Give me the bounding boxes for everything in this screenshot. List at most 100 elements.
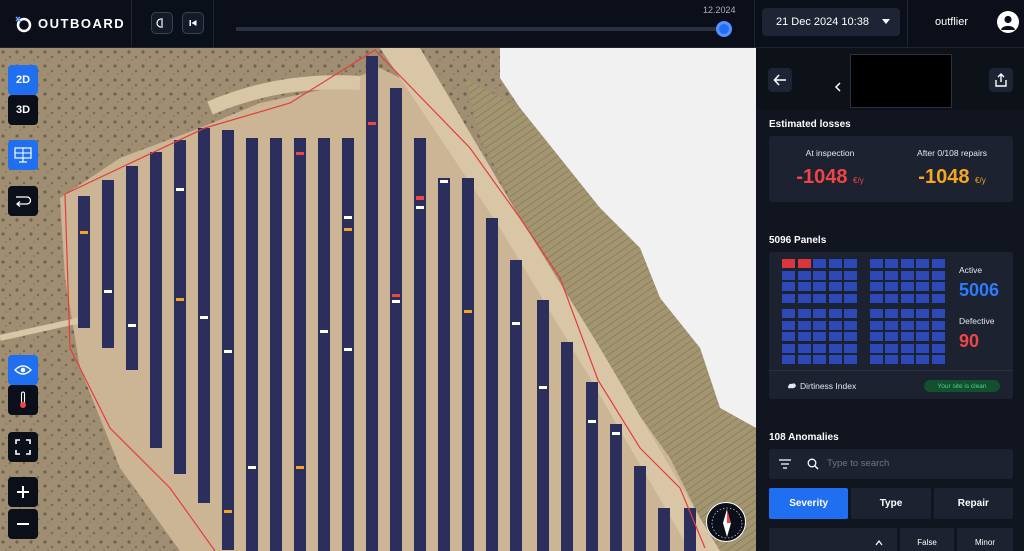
route-button[interactable]	[8, 186, 38, 216]
panel-grid-button[interactable]	[8, 140, 38, 170]
panel-cell[interactable]	[797, 355, 811, 364]
logo[interactable]: OUTBOARD	[0, 0, 132, 48]
panel-cell[interactable]	[869, 343, 883, 353]
panel-health-grid[interactable]	[782, 259, 945, 364]
panel-cell[interactable]	[885, 332, 898, 341]
compass[interactable]	[706, 502, 746, 542]
visibility-button[interactable]	[8, 355, 38, 385]
panel-cell[interactable]	[916, 270, 929, 280]
dirtiness-row[interactable]: Dirtiness Index Your site is clean	[769, 370, 1013, 399]
panel-cell[interactable]	[885, 270, 898, 280]
timeline-handle[interactable]	[716, 21, 732, 37]
thermal-button[interactable]	[8, 385, 38, 415]
panel-cell[interactable]	[828, 282, 842, 291]
share-button[interactable]	[989, 68, 1013, 92]
panel-cell[interactable]	[828, 309, 842, 318]
panel-cell[interactable]	[916, 320, 929, 330]
panel-cell[interactable]	[916, 259, 929, 268]
panel-cell[interactable]	[813, 332, 826, 341]
panel-cell[interactable]	[869, 320, 883, 330]
panel-cell[interactable]	[916, 309, 929, 318]
panel-cell[interactable]	[813, 270, 826, 280]
tab-type[interactable]: Type	[851, 488, 931, 519]
panel-cell[interactable]	[782, 332, 795, 341]
panel-cell[interactable]	[931, 332, 945, 341]
avatar[interactable]	[997, 11, 1019, 33]
panel-cell[interactable]	[813, 293, 826, 303]
fullscreen-button[interactable]	[8, 432, 38, 462]
date-select[interactable]: 21 Dec 2024 10:38	[762, 8, 900, 36]
panel-cell[interactable]	[844, 343, 857, 353]
panel-cell[interactable]	[797, 320, 811, 330]
panel-cell[interactable]	[782, 309, 795, 318]
aerial-imagery[interactable]	[0, 48, 756, 551]
panel-cell[interactable]	[844, 320, 857, 330]
panel-cell[interactable]	[885, 293, 898, 303]
panel-cell[interactable]	[782, 270, 795, 280]
user-name[interactable]: outflier	[935, 16, 968, 28]
tab-repair[interactable]: Repair	[933, 488, 1013, 519]
panel-cell[interactable]	[782, 343, 795, 353]
panel-cell[interactable]	[900, 355, 914, 364]
panel-cell[interactable]	[885, 355, 898, 364]
panel-cell[interactable]	[828, 293, 842, 303]
panel-cell[interactable]	[869, 355, 883, 364]
site-map[interactable]: 2D 3D	[0, 48, 756, 551]
panel-cell[interactable]	[900, 270, 914, 280]
timeline-slider[interactable]	[236, 21, 732, 37]
search-input[interactable]	[827, 458, 997, 469]
panel-cell[interactable]	[844, 293, 857, 303]
panel-cell[interactable]	[844, 355, 857, 364]
panel-cell[interactable]	[885, 282, 898, 291]
panel-cell[interactable]	[931, 343, 945, 353]
panel-cell[interactable]	[885, 259, 898, 268]
panel-cell[interactable]	[869, 309, 883, 318]
panel-cell[interactable]	[916, 293, 929, 303]
panel-cell[interactable]	[885, 320, 898, 330]
panel-cell[interactable]	[869, 332, 883, 341]
panel-cell[interactable]	[885, 343, 898, 353]
panel-cell[interactable]	[931, 355, 945, 364]
filter-all[interactable]	[769, 528, 897, 551]
panel-cell[interactable]	[782, 320, 795, 330]
panel-cell[interactable]	[869, 293, 883, 303]
filter-false[interactable]: False	[900, 528, 954, 551]
panel-cell[interactable]	[782, 355, 795, 364]
panel-cell[interactable]	[813, 309, 826, 318]
panel-cell[interactable]	[797, 293, 811, 303]
panel-cell[interactable]	[900, 320, 914, 330]
panel-cell[interactable]	[797, 343, 811, 353]
panel-cell[interactable]	[813, 282, 826, 291]
panel-cell[interactable]	[931, 259, 945, 268]
panel-cell[interactable]	[900, 259, 914, 268]
panel-cell[interactable]	[900, 309, 914, 318]
panel-cell[interactable]	[828, 320, 842, 330]
panel-cell[interactable]	[931, 309, 945, 318]
filter-icon[interactable]	[779, 459, 791, 469]
panel-cell[interactable]	[828, 332, 842, 341]
panel-cell[interactable]	[813, 320, 826, 330]
panel-cell[interactable]	[828, 355, 842, 364]
panel-cell[interactable]	[828, 343, 842, 353]
panel-cell[interactable]	[869, 270, 883, 280]
panel-cell[interactable]	[797, 309, 811, 318]
panel-cell[interactable]	[844, 309, 857, 318]
panel-cell[interactable]	[900, 282, 914, 291]
view-3d-button[interactable]: 3D	[8, 95, 38, 125]
chevron-left-icon[interactable]	[834, 82, 842, 92]
panel-cell[interactable]	[797, 259, 811, 268]
tab-severity[interactable]: Severity	[769, 488, 849, 519]
panel-cell[interactable]	[916, 343, 929, 353]
panel-cell[interactable]	[782, 293, 795, 303]
panel-cell[interactable]	[797, 332, 811, 341]
panel-cell[interactable]	[844, 259, 857, 268]
panel-cell[interactable]	[797, 282, 811, 291]
panel-cell[interactable]	[931, 270, 945, 280]
panel-cell[interactable]	[900, 343, 914, 353]
panel-cell[interactable]	[828, 270, 842, 280]
panel-cell[interactable]	[844, 282, 857, 291]
panel-cell[interactable]	[844, 270, 857, 280]
panel-cell[interactable]	[916, 332, 929, 341]
panel-cell[interactable]	[869, 259, 883, 268]
panel-cell[interactable]	[916, 282, 929, 291]
